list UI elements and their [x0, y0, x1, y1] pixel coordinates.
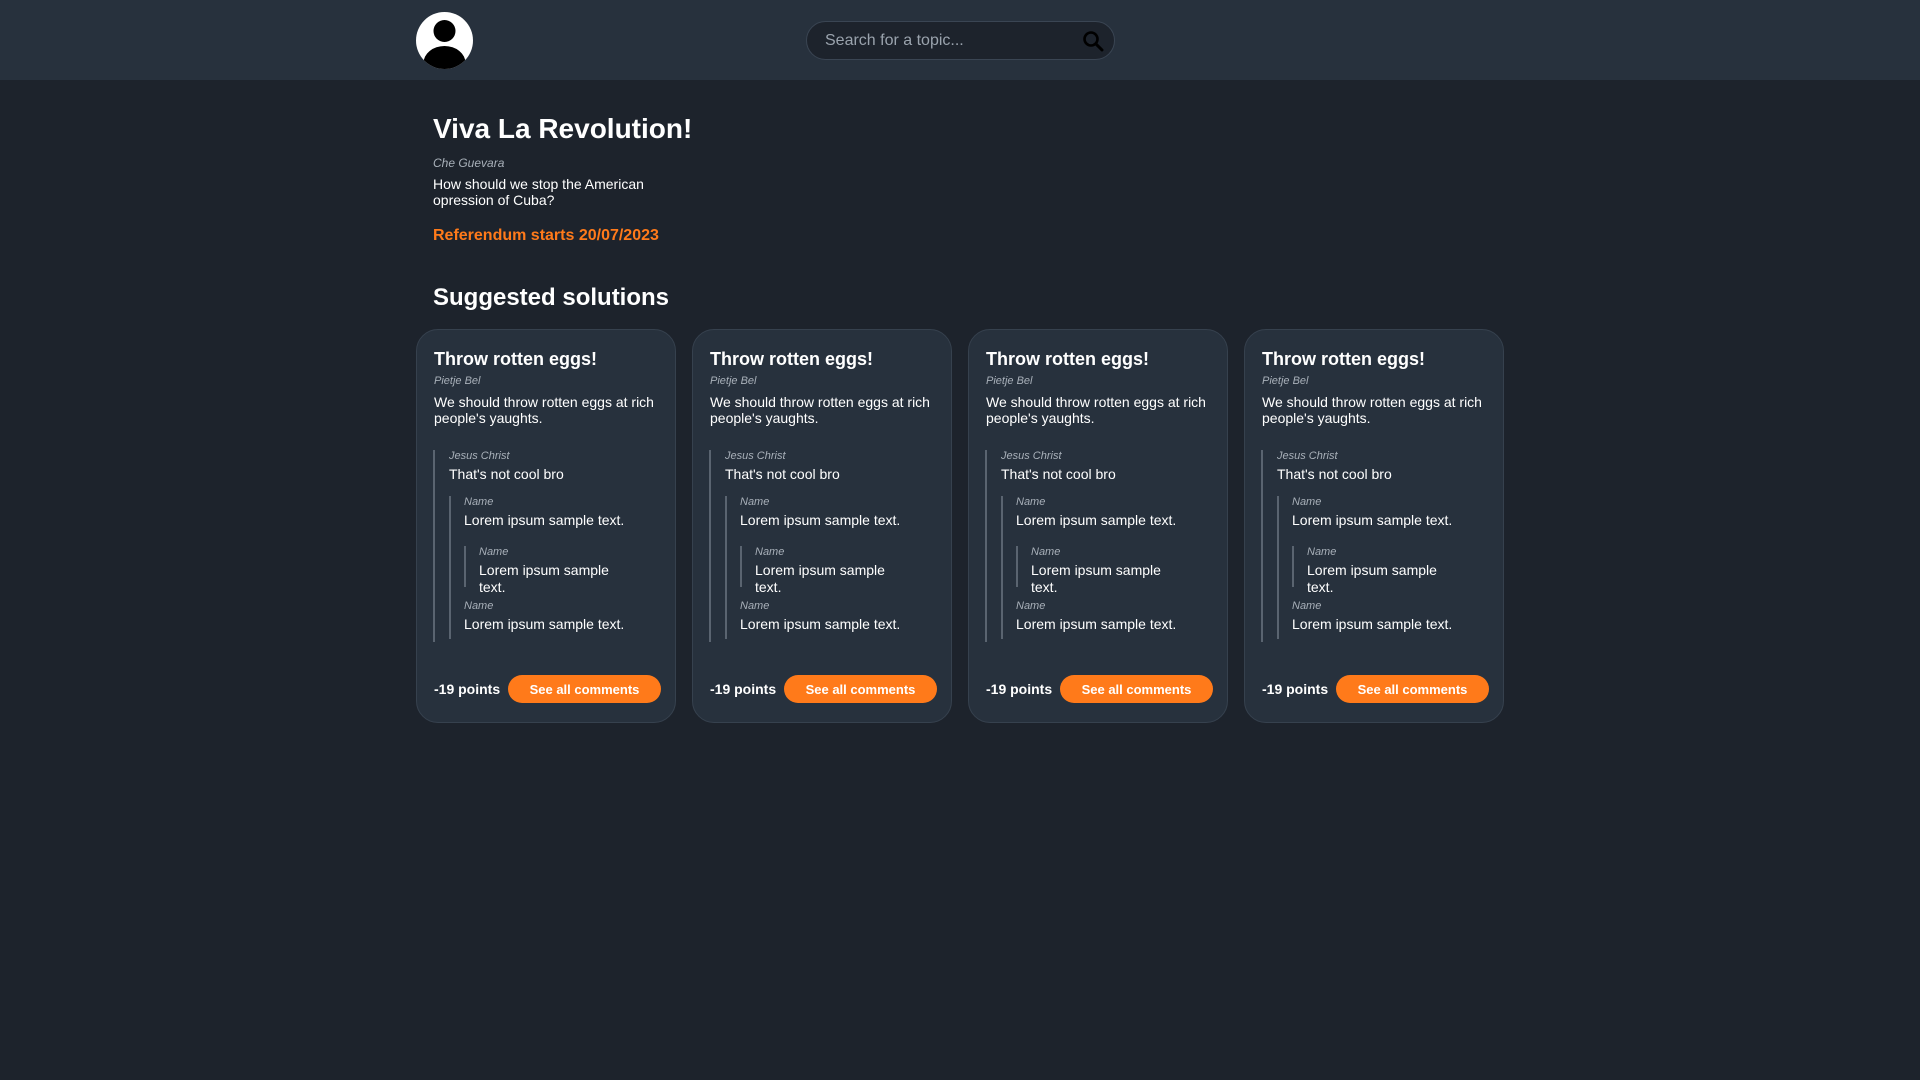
- reply-author: Name: [1016, 496, 1046, 508]
- solution-title: Throw rotten eggs!: [986, 349, 1149, 369]
- solution-card: Throw rotten eggs! Pietje Bel We should …: [968, 329, 1228, 723]
- comment-thread: Jesus Christ That's not cool bro Name Lo…: [985, 450, 1211, 642]
- comment-text: That's not cool bro: [1277, 466, 1392, 482]
- reply-author: Name: [740, 496, 770, 508]
- reply-author: Name: [464, 600, 494, 612]
- reply-text: Lorem ipsum sample text.: [464, 616, 625, 632]
- solution-body: We should throw rotten eggs at rich peop…: [710, 394, 930, 426]
- reply-author: Name: [1292, 496, 1322, 508]
- see-all-comments-button[interactable]: See all comments: [784, 675, 937, 703]
- comment-thread: Jesus Christ That's not cool bro Name Lo…: [1261, 450, 1487, 642]
- comment-reply: Name Lorem ipsum sample text.: [1016, 600, 1176, 633]
- comment-author: Jesus Christ: [449, 450, 510, 462]
- nested-reply: Name Lorem ipsum sample text.: [464, 546, 624, 595]
- see-all-comments-button[interactable]: See all comments: [508, 675, 661, 703]
- search-bar: [806, 21, 1115, 60]
- reply-text: Lorem ipsum sample text.: [740, 512, 901, 528]
- solution-title: Throw rotten eggs!: [1262, 349, 1425, 369]
- nested-reply: Name Lorem ipsum sample text.: [1016, 546, 1176, 595]
- comment-text: That's not cool bro: [449, 466, 564, 482]
- comment-reply: Name Lorem ipsum sample text. Name Lorem…: [1277, 496, 1467, 639]
- comment-text: That's not cool bro: [1001, 466, 1116, 482]
- top-bar: [0, 0, 1920, 80]
- comment-reply: Name Lorem ipsum sample text. Name Lorem…: [1001, 496, 1191, 639]
- solution-author: Pietje Bel: [986, 375, 1033, 387]
- comment-thread: Jesus Christ That's not cool bro Name Lo…: [709, 450, 935, 642]
- reply-text: Lorem ipsum sample text.: [1292, 512, 1453, 528]
- topic-header: Viva La Revolution! Che Guevara How shou…: [433, 112, 753, 246]
- solution-card: Throw rotten eggs! Pietje Bel We should …: [416, 329, 676, 723]
- reply-text: Lorem ipsum sample text.: [755, 562, 885, 595]
- points-count: -19 points: [710, 681, 777, 697]
- reply-author: Name: [1292, 600, 1322, 612]
- card-footer: -19 points See all comments: [986, 675, 1213, 703]
- card-footer: -19 points See all comments: [710, 675, 937, 703]
- comment-text: That's not cool bro: [725, 466, 840, 482]
- reply-author: Name: [1031, 546, 1061, 558]
- solution-body: We should throw rotten eggs at rich peop…: [986, 394, 1206, 426]
- comment-reply: Name Lorem ipsum sample text. Name Lorem…: [449, 496, 639, 639]
- reply-text: Lorem ipsum sample text.: [1292, 616, 1453, 632]
- reply-text: Lorem ipsum sample text.: [740, 616, 901, 632]
- see-all-comments-button[interactable]: See all comments: [1336, 675, 1489, 703]
- reply-author: Name: [464, 496, 494, 508]
- points-count: -19 points: [986, 681, 1053, 697]
- topic-author: Che Guevara: [433, 156, 505, 170]
- comment-author: Jesus Christ: [1001, 450, 1062, 462]
- reply-author: Name: [740, 600, 770, 612]
- reply-text: Lorem ipsum sample text.: [464, 512, 625, 528]
- user-avatar-icon[interactable]: [416, 12, 473, 69]
- reply-author: Name: [479, 546, 509, 558]
- reply-text: Lorem ipsum sample text.: [479, 562, 609, 595]
- solution-author: Pietje Bel: [1262, 375, 1309, 387]
- reply-author: Name: [755, 546, 785, 558]
- solution-card: Throw rotten eggs! Pietje Bel We should …: [1244, 329, 1504, 723]
- topic-title: Viva La Revolution!: [433, 113, 693, 144]
- reply-author: Name: [1016, 600, 1046, 612]
- points-count: -19 points: [1262, 681, 1329, 697]
- topic-description: How should we stop the American opressio…: [433, 176, 644, 208]
- comment-reply: Name Lorem ipsum sample text.: [1292, 600, 1452, 633]
- comment-author: Jesus Christ: [1277, 450, 1338, 462]
- reply-text: Lorem ipsum sample text.: [1016, 512, 1177, 528]
- see-all-comments-button[interactable]: See all comments: [1060, 675, 1213, 703]
- card-footer: -19 points See all comments: [434, 675, 661, 703]
- referendum-date: Referendum starts 20/07/2023: [433, 227, 659, 244]
- comment-thread: Jesus Christ That's not cool bro Name Lo…: [433, 450, 659, 642]
- reply-text: Lorem ipsum sample text.: [1031, 562, 1161, 595]
- solution-title: Throw rotten eggs!: [434, 349, 597, 369]
- points-count: -19 points: [434, 681, 501, 697]
- card-footer: -19 points See all comments: [1262, 675, 1489, 703]
- solution-card: Throw rotten eggs! Pietje Bel We should …: [692, 329, 952, 723]
- search-icon[interactable]: [1082, 30, 1104, 52]
- solution-author: Pietje Bel: [710, 375, 757, 387]
- reply-text: Lorem ipsum sample text.: [1016, 616, 1177, 632]
- solution-author: Pietje Bel: [434, 375, 481, 387]
- reply-text: Lorem ipsum sample text.: [1307, 562, 1437, 595]
- comment-reply: Name Lorem ipsum sample text.: [464, 600, 624, 633]
- solutions-list: Throw rotten eggs! Pietje Bel We should …: [416, 329, 1506, 723]
- solution-title: Throw rotten eggs!: [710, 349, 873, 369]
- search-input[interactable]: [825, 22, 1065, 59]
- nested-reply: Name Lorem ipsum sample text.: [1292, 546, 1452, 595]
- reply-author: Name: [1307, 546, 1337, 558]
- nested-reply: Name Lorem ipsum sample text.: [740, 546, 900, 595]
- comment-reply: Name Lorem ipsum sample text.: [740, 600, 900, 633]
- solution-body: We should throw rotten eggs at rich peop…: [1262, 394, 1482, 426]
- solution-body: We should throw rotten eggs at rich peop…: [434, 394, 654, 426]
- suggested-solutions-heading: Suggested solutions: [433, 284, 670, 311]
- comment-author: Jesus Christ: [725, 450, 786, 462]
- comment-reply: Name Lorem ipsum sample text. Name Lorem…: [725, 496, 915, 639]
